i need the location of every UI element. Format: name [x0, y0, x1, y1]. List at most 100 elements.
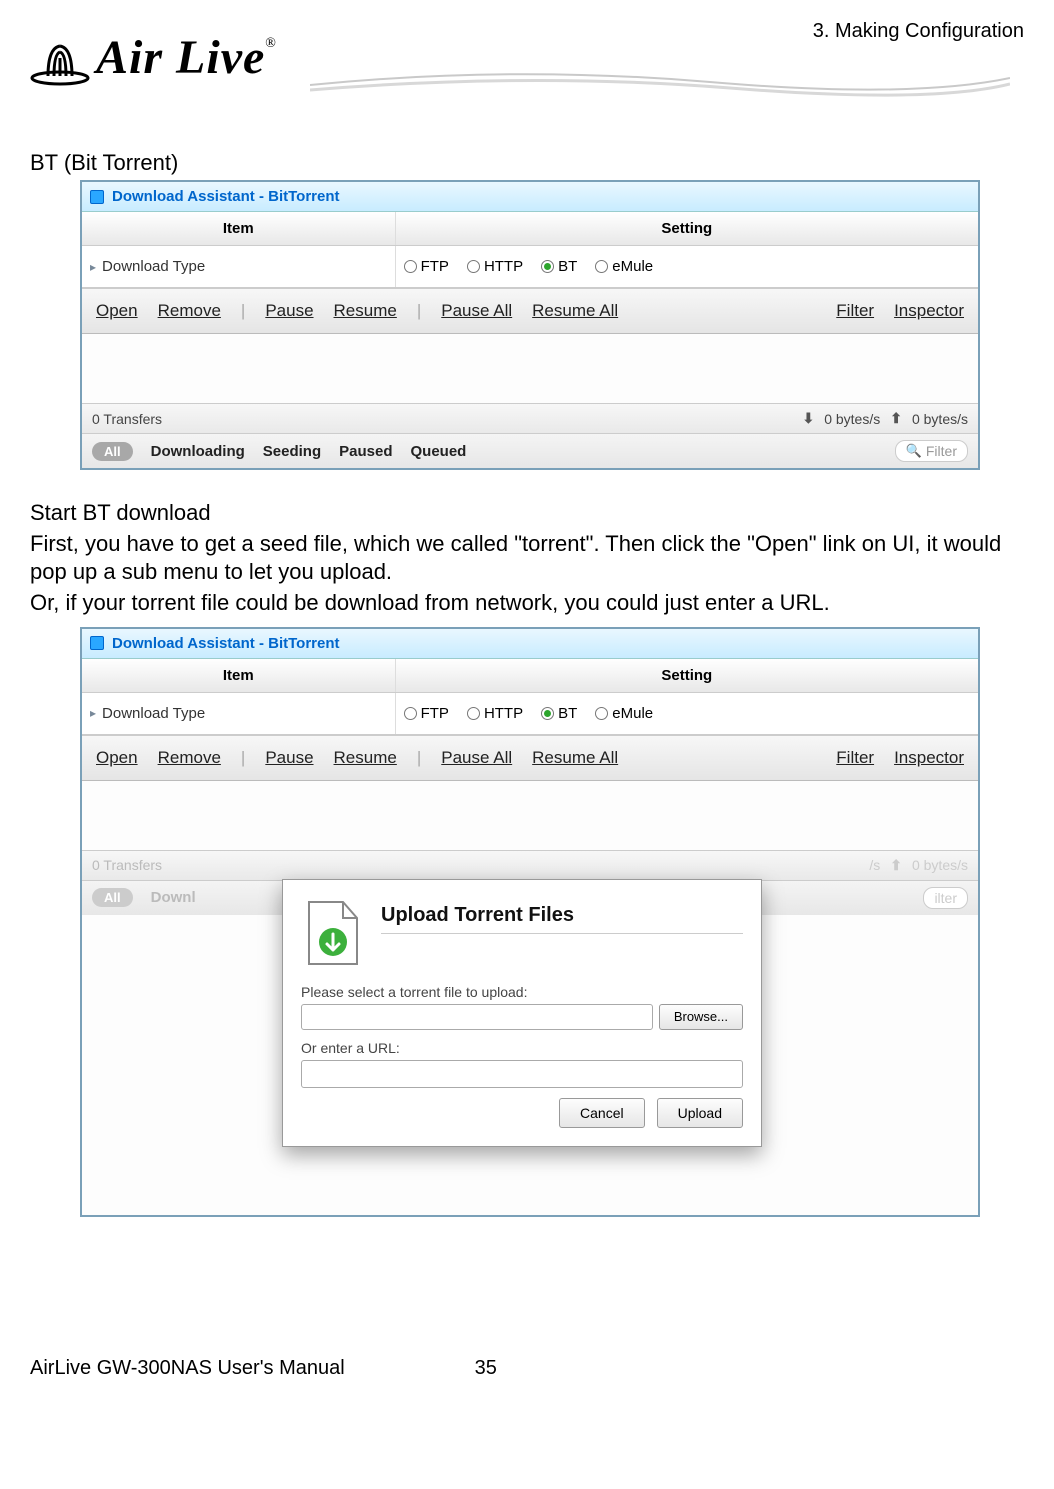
pause-button[interactable]: Pause	[265, 748, 313, 768]
section-bt-title: BT (Bit Torrent)	[30, 150, 1034, 176]
file-path-input[interactable]	[301, 1004, 653, 1030]
dialog-title: Upload Torrent Files	[381, 904, 743, 934]
label-url: Or enter a URL:	[301, 1040, 743, 1056]
radio-ftp[interactable]: FTP	[404, 258, 449, 275]
resume-button[interactable]: Resume	[334, 301, 397, 321]
open-button[interactable]: Open	[96, 748, 138, 768]
pause-all-button[interactable]: Pause All	[441, 301, 512, 321]
upload-button[interactable]: Upload	[657, 1098, 743, 1128]
caret-icon: ▸	[90, 260, 96, 274]
row-label: Download Type	[102, 705, 205, 722]
radio-http[interactable]: HTTP	[467, 705, 523, 722]
footer-page-number: 35	[475, 1357, 497, 1380]
row-label: Download Type	[102, 258, 205, 275]
header-swoosh	[310, 60, 1010, 100]
filter-all[interactable]: All	[92, 888, 133, 907]
search-placeholder-cut: ilter	[934, 890, 957, 906]
resume-all-button[interactable]: Resume All	[532, 301, 618, 321]
col-setting: Setting	[396, 212, 978, 245]
bt-toolbar: Open Remove | Pause Resume | Pause All R…	[82, 735, 978, 781]
radio-http[interactable]: HTTP	[467, 258, 523, 275]
filter-paused[interactable]: Paused	[339, 443, 392, 460]
upload-arrow-icon: ⬆	[890, 410, 902, 427]
toolbar-sep: |	[417, 301, 421, 321]
resume-all-button[interactable]: Resume All	[532, 748, 618, 768]
filter-search[interactable]: ilter	[923, 887, 968, 909]
resume-button[interactable]: Resume	[334, 748, 397, 768]
panel-titlebar: Download Assistant - BitTorrent	[82, 182, 978, 212]
toolbar-sep: |	[241, 748, 245, 768]
browse-button[interactable]: Browse...	[659, 1004, 743, 1030]
transfers-count: 0 Transfers	[92, 857, 162, 873]
remove-button[interactable]: Remove	[158, 748, 221, 768]
transfers-count: 0 Transfers	[92, 411, 162, 427]
remove-button[interactable]: Remove	[158, 301, 221, 321]
radio-emule[interactable]: eMule	[595, 705, 653, 722]
label-select-file: Please select a torrent file to upload:	[301, 984, 743, 1000]
screenshot-upload-dialog: Download Assistant - BitTorrent Item Set…	[80, 627, 980, 1217]
panel-icon	[90, 190, 104, 204]
download-type-radios: FTP HTTP BT eMule	[396, 246, 978, 287]
filter-queued[interactable]: Queued	[411, 443, 467, 460]
panel-title: Download Assistant - BitTorrent	[112, 188, 340, 205]
radio-bt[interactable]: BT	[541, 258, 577, 275]
up-rate: 0 bytes/s	[912, 857, 968, 873]
page-footer: AirLive GW-300NAS User's Manual 35	[30, 1357, 1034, 1380]
filter-search[interactable]: 🔍 Filter	[895, 440, 968, 462]
bt-toolbar: Open Remove | Pause Resume | Pause All R…	[82, 288, 978, 334]
toolbar-sep: |	[417, 748, 421, 768]
radio-ftp[interactable]: FTP	[404, 705, 449, 722]
inspector-button[interactable]: Inspector	[894, 748, 964, 768]
up-rate: 0 bytes/s	[912, 411, 968, 427]
status-bar: 0 Transfers /s ⬆ 0 bytes/s	[82, 851, 978, 881]
download-type-row: ▸ Download Type FTP HTTP BT eMule	[82, 246, 978, 288]
search-icon: 🔍	[906, 443, 922, 459]
col-setting: Setting	[396, 659, 978, 692]
upload-arrow-icon: ⬆	[890, 857, 902, 874]
filter-seeding[interactable]: Seeding	[263, 443, 321, 460]
screenshot-bt-panel: Download Assistant - BitTorrent Item Set…	[80, 180, 980, 470]
transfer-list	[82, 334, 978, 404]
search-placeholder: Filter	[926, 443, 957, 459]
open-button[interactable]: Open	[96, 301, 138, 321]
filter-all[interactable]: All	[92, 442, 133, 461]
status-bar: 0 Transfers ⬇ 0 bytes/s ⬆ 0 bytes/s	[82, 404, 978, 434]
download-arrow-icon: ⬇	[802, 410, 814, 427]
upload-torrent-dialog: Upload Torrent Files Please select a tor…	[282, 879, 762, 1147]
pause-all-button[interactable]: Pause All	[441, 748, 512, 768]
panel-icon	[90, 636, 104, 650]
paragraph-2: Or, if your torrent file could be downlo…	[30, 589, 1034, 617]
logo-wave-icon	[30, 38, 90, 86]
panel-title: Download Assistant - BitTorrent	[112, 635, 340, 652]
brand-logo: Air Live®	[30, 30, 277, 86]
col-item: Item	[82, 212, 396, 245]
filter-downloading[interactable]: Downloading	[151, 443, 245, 460]
download-type-row: ▸ Download Type FTP HTTP BT eMule	[82, 693, 978, 735]
filter-downloading-cut[interactable]: Downl	[151, 889, 196, 906]
radio-bt[interactable]: BT	[541, 705, 577, 722]
url-input[interactable]	[301, 1060, 743, 1088]
torrent-file-icon	[301, 898, 365, 970]
chapter-title: 3. Making Configuration	[813, 20, 1024, 43]
download-type-radios: FTP HTTP BT eMule	[396, 693, 978, 734]
config-header-row: Item Setting	[82, 212, 978, 246]
toolbar-sep: |	[241, 301, 245, 321]
cancel-button[interactable]: Cancel	[559, 1098, 645, 1128]
inspector-button[interactable]: Inspector	[894, 301, 964, 321]
radio-emule[interactable]: eMule	[595, 258, 653, 275]
footer-manual: AirLive GW-300NAS User's Manual	[30, 1357, 345, 1380]
config-header-row: Item Setting	[82, 659, 978, 693]
transfer-list	[82, 781, 978, 851]
panel-titlebar: Download Assistant - BitTorrent	[82, 629, 978, 659]
caret-icon: ▸	[90, 706, 96, 720]
paragraph-1: First, you have to get a seed file, whic…	[30, 530, 1034, 585]
filter-button[interactable]: Filter	[836, 748, 874, 768]
registered-icon: ®	[265, 36, 277, 51]
down-rate: 0 bytes/s	[824, 411, 880, 427]
section-start-title: Start BT download	[30, 500, 1034, 526]
col-item: Item	[82, 659, 396, 692]
pause-button[interactable]: Pause	[265, 301, 313, 321]
filter-button[interactable]: Filter	[836, 301, 874, 321]
filter-bar: All Downloading Seeding Paused Queued 🔍 …	[82, 434, 978, 468]
page-header: 3. Making Configuration Air Live®	[30, 10, 1034, 130]
